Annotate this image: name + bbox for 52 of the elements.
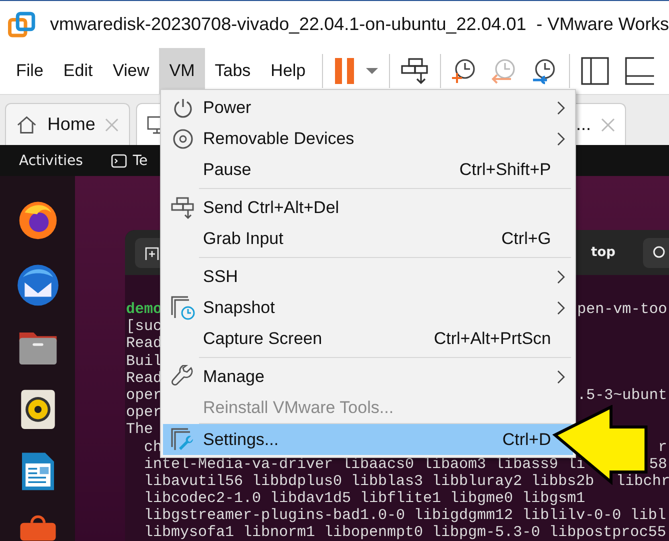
menu-item-label: Snapshot: [203, 298, 276, 318]
menu-item[interactable]: Removable Devices: [163, 123, 573, 154]
menu-bar-item[interactable]: View: [102, 48, 160, 94]
shortcut-label: Ctrl+D: [502, 430, 551, 450]
menu-item[interactable]: Snapshot: [163, 292, 573, 323]
menu-bar-item[interactable]: Edit: [53, 48, 103, 94]
menu-item[interactable]: Capture Screen Ctrl+Alt+PrtScn: [163, 323, 573, 354]
tab[interactable]: Home: [5, 103, 130, 145]
shortcut-label: Ctrl+G: [501, 228, 551, 248]
menu-item[interactable]: Settings... Ctrl+D: [163, 424, 573, 455]
tab-label: ...: [576, 114, 591, 135]
tab-label: Home: [47, 114, 96, 135]
terminal-line: libcodec2-1.0 libdav1d5 libflite1 libgme0 libgsm1: [143, 490, 586, 508]
terminal-line: Read: [126, 335, 162, 352]
terminal-line: [suc: [126, 318, 162, 336]
terminal-line: libmysofa1 libnorm1 libopenmpt0 libpgm-5.3-0 libpostproc55: [143, 524, 666, 541]
terminal-line: Buil: [126, 352, 162, 370]
menu-item[interactable]: Grab Input Ctrl+G: [163, 223, 573, 254]
terminal-line: Read: [126, 370, 162, 387]
menu-item-label: SSH: [203, 266, 239, 286]
shortcut-label: Ctrl+Alt+PrtScn: [434, 328, 551, 348]
menu-bar-item[interactable]: File: [6, 48, 54, 94]
terminal-line: libavutil56 libbdplus0 libblas3 libbluray2 libbs2b: [143, 472, 594, 490]
terminal-line: 58: [649, 456, 668, 473]
terminal-line: oper: [126, 386, 162, 404]
terminal-title: top: [591, 245, 616, 260]
terminal-line: demo: [126, 301, 162, 318]
menu-item[interactable]: SSH: [163, 261, 573, 292]
menu-item[interactable]: Power: [163, 92, 573, 123]
window-title: vmwaredisk-20230708-vivado_22.04.1-on-ubuntu_22.04.01 - VMware Works: [50, 14, 669, 35]
menu-item[interactable]: Pause Ctrl+Shift+P: [163, 154, 573, 185]
terminal-line: libgstreamer-plugins-bad1.0-0 libigdgmm12 liblilv-0-0 libl: [143, 507, 666, 524]
menu-item-label: Send Ctrl+Alt+Del: [203, 198, 340, 218]
menu-item[interactable]: Send Ctrl+Alt+Del: [163, 192, 573, 223]
menu-item-label: Reinstall VMware Tools...: [203, 398, 395, 418]
menu-item-label: Settings...: [203, 430, 280, 450]
menu-item-label: Removable Devices: [203, 128, 356, 148]
terminal-line: .5-3~ubunt: [577, 386, 668, 404]
menu-item[interactable]: Manage: [163, 361, 573, 392]
activities-button[interactable]: Activities: [19, 152, 83, 168]
terminal-line: The: [126, 421, 154, 438]
menu-item-label: Power: [203, 98, 252, 118]
menu-item-label: Capture Screen: [203, 328, 324, 348]
menu-item-label: Pause: [203, 160, 252, 180]
menu-item-label: Grab Input: [203, 228, 284, 248]
app-menu[interactable]: Te: [110, 152, 148, 168]
terminal-line: libchr: [616, 472, 669, 490]
shortcut-label: Ctrl+Shift+P: [459, 160, 551, 180]
terminal-line: r: [658, 438, 668, 456]
terminal-line: oper: [126, 404, 162, 422]
terminal-line: pen-vm-too: [577, 301, 668, 318]
menu-item-label: Manage: [203, 366, 266, 386]
